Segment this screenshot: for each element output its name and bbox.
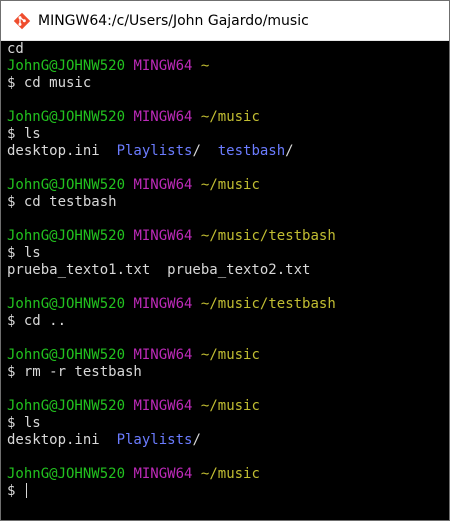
terminal-text-segment: $ (7, 483, 24, 499)
terminal-text-segment: ~/music (200, 109, 260, 125)
terminal-line: $ ls (7, 415, 449, 432)
terminal-text-segment: $ ls (7, 415, 41, 431)
terminal-line: cd (7, 41, 449, 58)
terminal-text-segment: ~/music/testbash (200, 296, 336, 312)
terminal-line: JohnG@JOHNW520 MINGW64 ~/music (7, 398, 449, 415)
terminal-text-segment: ~/music/testbash (200, 228, 336, 244)
terminal-text-segment: ~/music (200, 177, 260, 193)
terminal-text-segment: JohnG@JOHNW520 (7, 296, 126, 312)
window-title: MINGW64:/c/Users/John Gajardo/music (38, 13, 309, 29)
terminal-text-segment: JohnG@JOHNW520 (7, 398, 126, 414)
terminal-text-segment: Playlists (116, 432, 193, 448)
terminal-text-segment: MINGW64 (133, 109, 193, 125)
git-bash-icon (13, 12, 31, 30)
terminal-text-segment: MINGW64 (133, 177, 193, 193)
terminal-text-segment: $ ls (7, 245, 41, 261)
terminal-text-segment: / (192, 432, 201, 448)
terminal-text-segment: ~/music (200, 347, 260, 363)
terminal-line: JohnG@JOHNW520 MINGW64 ~/music (7, 109, 449, 126)
terminal-line: JohnG@JOHNW520 MINGW64 ~/music/testbash (7, 296, 449, 313)
terminal-text-segment: JohnG@JOHNW520 (7, 58, 126, 74)
terminal-text-segment: desktop.ini (7, 432, 117, 448)
terminal-line: $ rm -r testbash (7, 364, 449, 381)
terminal-window: MINGW64:/c/Users/John Gajardo/music cd Jo… (0, 0, 450, 521)
terminal-line: $ cd .. (7, 313, 449, 330)
terminal-line: JohnG@JOHNW520 MINGW64 ~/music (7, 177, 449, 194)
terminal-text-segment: MINGW64 (133, 228, 193, 244)
terminal-text-segment: cd (7, 41, 24, 57)
terminal-line: $ ls (7, 245, 449, 262)
terminal-text-segment: $ ls (7, 126, 41, 142)
terminal-text-segment: MINGW64 (133, 347, 193, 363)
terminal-text-segment: ~/music (200, 466, 260, 482)
terminal-text-segment: Playlists (116, 143, 193, 159)
terminal-output[interactable]: cd JohnG@JOHNW520 MINGW64 ~ $ cd music John… (1, 41, 449, 520)
terminal-text-segment: $ cd music (7, 75, 92, 91)
terminal-text-segment: JohnG@JOHNW520 (7, 228, 126, 244)
terminal-text-segment: MINGW64 (133, 296, 193, 312)
terminal-line: desktop.ini Playlists/ (7, 432, 449, 449)
terminal-line: prueba_texto1.txt prueba_texto2.txt (7, 262, 449, 279)
terminal-lines: cd JohnG@JOHNW520 MINGW64 ~ $ cd music John… (7, 41, 449, 500)
terminal-text-segment: $ rm -r testbash (7, 364, 142, 380)
terminal-text-segment: / (192, 143, 218, 159)
terminal-line: JohnG@JOHNW520 MINGW64 ~/music (7, 466, 449, 483)
terminal-text-segment: MINGW64 (133, 466, 193, 482)
terminal-line: JohnG@JOHNW520 MINGW64 ~/music/testbash (7, 228, 449, 245)
terminal-text-segment: ~/music (200, 398, 260, 414)
terminal-text-segment: JohnG@JOHNW520 (7, 466, 126, 482)
terminal-text-segment: desktop.ini (7, 143, 117, 159)
terminal-line: $ ls (7, 126, 449, 143)
terminal-text-segment: $ cd .. (7, 313, 67, 329)
terminal-line: desktop.ini Playlists/ testbash/ (7, 143, 449, 160)
terminal-text-segment: prueba_texto1.txt prueba_texto2.txt (7, 262, 311, 278)
terminal-text-segment: ~ (200, 58, 210, 74)
terminal-line: $ cd testbash (7, 194, 449, 211)
terminal-text-segment: JohnG@JOHNW520 (7, 109, 126, 125)
terminal-text-segment: JohnG@JOHNW520 (7, 177, 126, 193)
title-bar[interactable]: MINGW64:/c/Users/John Gajardo/music (1, 1, 449, 41)
terminal-text-segment: testbash (217, 143, 286, 159)
terminal-text-segment: MINGW64 (133, 398, 193, 414)
terminal-line: JohnG@JOHNW520 MINGW64 ~ (7, 58, 449, 75)
terminal-text-segment: MINGW64 (133, 58, 193, 74)
terminal-line: JohnG@JOHNW520 MINGW64 ~/music (7, 347, 449, 364)
terminal-line: $ cd music (7, 75, 449, 92)
terminal-text-segment: JohnG@JOHNW520 (7, 347, 126, 363)
terminal-text-segment: $ cd testbash (7, 194, 117, 210)
text-cursor (25, 483, 27, 498)
terminal-text-segment: / (285, 143, 294, 159)
terminal-line: $ (7, 483, 449, 500)
